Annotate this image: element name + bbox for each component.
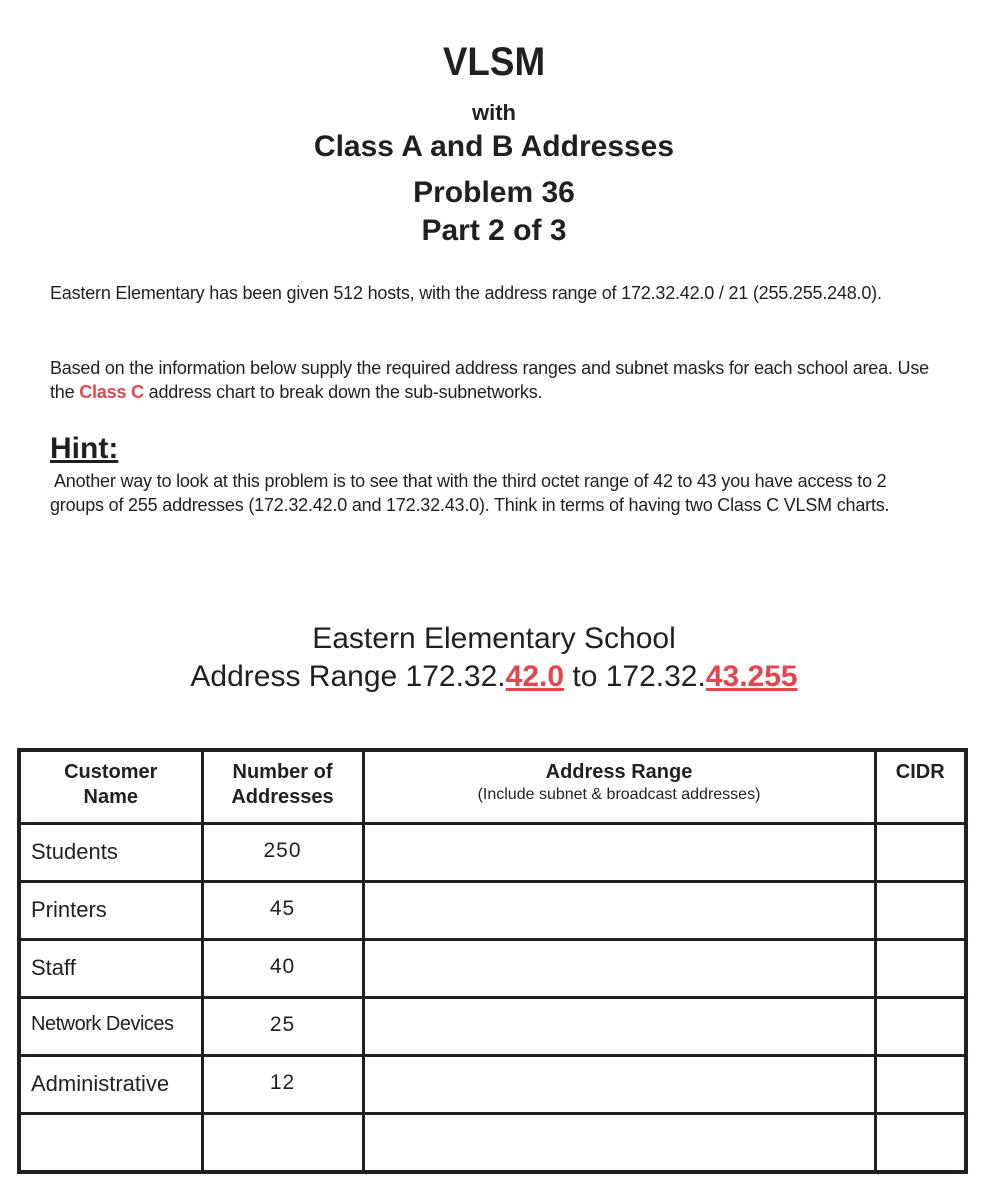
cidr-cell[interactable]: [873, 996, 968, 1057]
address-range-cell[interactable]: [361, 996, 877, 1057]
school-name: Eastern Elementary School: [312, 622, 676, 655]
table-row: Administrative 12: [17, 1054, 968, 1115]
school-address-range: Address Range 172.32.42.0 to 172.32.43.2…: [0, 658, 988, 696]
customer-name-cell: Network Devices: [17, 996, 204, 1057]
title-connector: with: [472, 100, 516, 125]
intro-paragraph: Eastern Elementary has been given 512 ho…: [50, 283, 882, 303]
cidr-cell[interactable]: [873, 822, 968, 883]
cidr-cell[interactable]: [873, 880, 968, 941]
address-count-cell: 45: [200, 880, 365, 941]
range-mid: to 172.32.: [564, 660, 706, 693]
cidr-cell[interactable]: [873, 1112, 968, 1174]
school-heading: Eastern Elementary School Address Range …: [0, 620, 988, 696]
header-address-range-label: Address Range: [545, 761, 693, 783]
page-title: VLSM: [442, 40, 546, 84]
cidr-cell[interactable]: [873, 938, 968, 999]
address-count-cell[interactable]: [200, 1112, 365, 1174]
class-c-highlight: Class C: [79, 382, 144, 402]
problem-number: Problem 36: [413, 176, 575, 209]
address-range-cell[interactable]: [361, 822, 877, 883]
table-row: Staff 40: [17, 938, 968, 999]
customer-name-cell: Students: [17, 822, 204, 883]
range-prefix: Address Range 172.32.: [190, 660, 506, 693]
header-address-range-note: (Include subnet & broadcast addresses): [477, 786, 761, 803]
page-subtitle: Class A and B Addresses: [313, 130, 675, 163]
address-range-cell[interactable]: [361, 1054, 877, 1115]
customer-name-cell: Administrative: [17, 1054, 204, 1115]
address-range-cell[interactable]: [361, 880, 877, 941]
table-row: Printers 45: [17, 880, 968, 941]
address-range-cell[interactable]: [361, 1112, 877, 1174]
address-count-cell: 25: [200, 996, 365, 1057]
instructions-text-end: address chart to break down the sub-subn…: [143, 382, 543, 402]
range-end: 43.255: [705, 660, 798, 693]
hint-paragraph: Another way to look at this problem is t…: [50, 471, 890, 515]
customer-name-cell: Staff: [17, 938, 204, 999]
customer-name-cell: Printers: [17, 880, 204, 941]
cidr-cell[interactable]: [873, 1054, 968, 1115]
address-count-cell: 40: [200, 938, 365, 999]
instructions-paragraph: Based on the information below supply th…: [50, 356, 930, 404]
table-row: Network Devices 25: [17, 996, 968, 1057]
address-count-cell: 250: [200, 822, 365, 883]
address-range-cell[interactable]: [361, 938, 877, 999]
customer-name-cell[interactable]: [17, 1112, 204, 1174]
table-row: [17, 1112, 968, 1174]
hint-heading: Hint:: [50, 432, 119, 465]
header-number-of-addresses: Number of Addresses: [200, 748, 365, 825]
address-count-cell: 12: [200, 1054, 365, 1115]
header-cidr: CIDR: [873, 748, 968, 825]
range-start: 42.0: [505, 660, 565, 693]
vlsm-table: Customer Name Number of Addresses Addres…: [17, 748, 968, 1174]
table-header-row: Customer Name Number of Addresses Addres…: [17, 748, 968, 825]
header-address-range: Address Range (Include subnet & broadcast…: [361, 748, 877, 825]
header-customer-name: Customer Name: [17, 748, 204, 825]
table-row: Students 250: [17, 822, 968, 883]
part-indicator: Part 2 of 3: [421, 214, 567, 247]
